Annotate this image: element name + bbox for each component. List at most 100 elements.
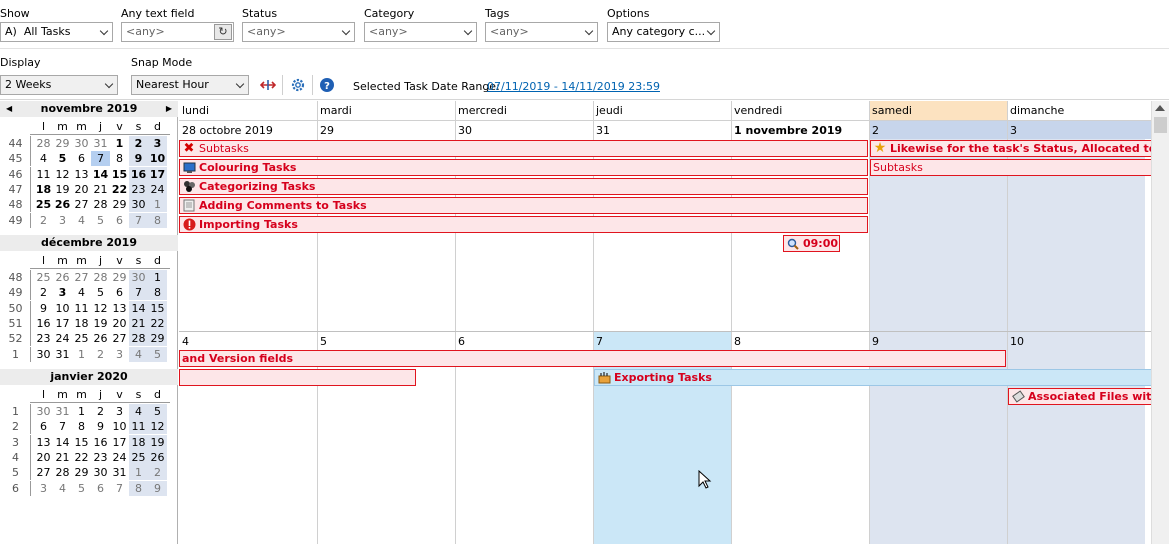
- mini-calendar-day[interactable]: 27: [34, 465, 53, 480]
- day-date[interactable]: 31: [593, 121, 610, 140]
- mini-calendar-day[interactable]: 23: [34, 331, 53, 346]
- task-bar[interactable]: Subtasks: [870, 159, 1151, 176]
- mini-calendar-day[interactable]: 7: [110, 481, 129, 496]
- mini-calendar-day[interactable]: 4: [72, 285, 91, 300]
- task-bar[interactable]: Colouring Tasks: [179, 159, 868, 176]
- mini-calendar-day[interactable]: 29: [72, 465, 91, 480]
- day-date[interactable]: 7: [593, 332, 603, 351]
- help-button[interactable]: ?: [317, 75, 337, 95]
- mini-calendar-day[interactable]: 12: [53, 167, 72, 182]
- mini-calendar-day[interactable]: 15: [72, 435, 91, 450]
- scrollbar-thumb[interactable]: [1154, 117, 1167, 133]
- mini-calendar-day[interactable]: 12: [148, 419, 167, 435]
- mini-calendar-day[interactable]: 28: [129, 331, 148, 347]
- mini-calendar-day[interactable]: 22: [110, 182, 129, 197]
- task-bar[interactable]: 09:00 -: [783, 235, 840, 252]
- mini-calendar-day[interactable]: 19: [53, 182, 72, 197]
- mini-calendar-day[interactable]: 27: [110, 331, 129, 346]
- mini-calendar-day[interactable]: 26: [53, 197, 72, 212]
- day-date[interactable]: 6: [455, 332, 465, 351]
- mini-calendar-day[interactable]: 28: [91, 197, 110, 212]
- mini-calendar-day[interactable]: 17: [53, 316, 72, 331]
- mini-calendar-day[interactable]: 30: [91, 465, 110, 480]
- mini-calendar-day[interactable]: 29: [148, 331, 167, 347]
- day-date[interactable]: 8: [731, 332, 741, 351]
- mini-calendar-day[interactable]: 1: [72, 404, 91, 419]
- mini-calendar-day[interactable]: 25: [34, 270, 53, 285]
- mini-calendar-day[interactable]: 29: [110, 270, 129, 285]
- mini-calendar-day[interactable]: 13: [110, 301, 129, 316]
- mini-calendar-day[interactable]: 10: [110, 419, 129, 434]
- mini-calendar-day[interactable]: 2: [34, 213, 53, 228]
- mini-calendar-day[interactable]: 19: [148, 434, 167, 450]
- mini-calendar-day[interactable]: 16: [129, 166, 148, 182]
- mini-calendar-day[interactable]: 11: [129, 419, 148, 435]
- mini-calendar-day[interactable]: 8: [148, 212, 167, 228]
- mini-calendar-day[interactable]: 16: [34, 316, 53, 331]
- mini-calendar-day[interactable]: 5: [91, 285, 110, 300]
- mini-calendar-day[interactable]: 10: [53, 301, 72, 316]
- mini-calendar-day[interactable]: 4: [34, 151, 53, 166]
- mini-calendar-day[interactable]: 3: [110, 404, 129, 419]
- mini-calendar-day[interactable]: 22: [148, 315, 167, 331]
- mini-calendar-day[interactable]: 8: [72, 419, 91, 434]
- mini-calendar-day[interactable]: 22: [72, 450, 91, 465]
- mini-calendar-day[interactable]: 7: [53, 419, 72, 434]
- mini-calendar-day[interactable]: 7: [91, 151, 110, 167]
- status-dropdown[interactable]: <any>: [242, 22, 355, 42]
- mini-calendar-day[interactable]: 6: [110, 285, 129, 300]
- mini-calendar-day[interactable]: 6: [34, 419, 53, 434]
- refresh-icon[interactable]: ↻: [214, 24, 232, 40]
- mini-calendar-day[interactable]: 23: [91, 450, 110, 465]
- mini-calendar-day[interactable]: 1: [148, 270, 167, 285]
- day-date[interactable]: 3: [1007, 121, 1017, 140]
- task-bar[interactable]: [179, 369, 416, 386]
- mini-calendar-day[interactable]: 28: [91, 270, 110, 285]
- options-dropdown[interactable]: Any category c...: [607, 22, 720, 42]
- mini-calendar-day[interactable]: 2: [91, 404, 110, 419]
- snap-mode-dropdown[interactable]: Nearest Hour: [131, 75, 249, 95]
- mini-calendar-day[interactable]: 16: [91, 435, 110, 450]
- mini-calendar-day[interactable]: 17: [148, 166, 167, 182]
- mini-calendar-day[interactable]: 19: [91, 316, 110, 331]
- mini-calendar-day[interactable]: 4: [129, 346, 148, 362]
- mini-calendar-day[interactable]: 8: [129, 480, 148, 496]
- day-date[interactable]: 28 octobre 2019: [179, 121, 273, 140]
- tags-dropdown[interactable]: <any>: [485, 22, 598, 42]
- text-filter-input[interactable]: <any> ↻: [121, 22, 234, 42]
- task-bar[interactable]: Importing Tasks: [179, 216, 868, 233]
- mini-calendar-day[interactable]: 9: [91, 419, 110, 434]
- mini-calendar-day[interactable]: 21: [129, 315, 148, 331]
- mini-calendar-day[interactable]: 26: [53, 270, 72, 285]
- mini-calendar-day[interactable]: 6: [72, 151, 91, 166]
- mini-calendar-day[interactable]: 2: [129, 136, 148, 151]
- mini-calendar-day[interactable]: 3: [53, 213, 72, 228]
- mini-calendar-day[interactable]: 1: [110, 136, 129, 151]
- mini-calendar-day[interactable]: 6: [91, 481, 110, 496]
- mini-calendar-day[interactable]: 23: [129, 181, 148, 197]
- mini-calendar-day[interactable]: 26: [148, 449, 167, 465]
- mini-calendar-day[interactable]: 2: [34, 285, 53, 300]
- date-range-link[interactable]: 07/11/2019 - 14/11/2019 23:59: [487, 80, 660, 93]
- dependency-button[interactable]: [258, 75, 278, 95]
- mini-calendar-day[interactable]: 8: [148, 285, 167, 301]
- mini-calendar-day[interactable]: 25: [72, 331, 91, 346]
- mini-calendar-day[interactable]: 10: [148, 151, 167, 167]
- vertical-scrollbar[interactable]: [1151, 101, 1169, 544]
- day-date[interactable]: 5: [317, 332, 327, 351]
- mini-calendar-day[interactable]: 14: [53, 435, 72, 450]
- mini-calendar-day[interactable]: 24: [110, 450, 129, 465]
- mini-calendar-day[interactable]: 31: [53, 347, 72, 362]
- mini-calendar-day[interactable]: 3: [34, 481, 53, 496]
- task-bar[interactable]: Adding Comments to Tasks: [179, 197, 868, 214]
- mini-calendar-day[interactable]: 29: [110, 197, 129, 212]
- day-date[interactable]: 9: [869, 332, 879, 351]
- show-dropdown[interactable]: A) All Tasks: [0, 22, 113, 42]
- mini-calendar-day[interactable]: 21: [53, 450, 72, 465]
- mini-calendar-day[interactable]: 20: [72, 182, 91, 197]
- mini-calendar-day[interactable]: 1: [129, 465, 148, 481]
- mini-calendar-day[interactable]: 14: [129, 300, 148, 316]
- task-bar[interactable]: Associated Files with T: [1008, 388, 1151, 405]
- mini-calendar-day[interactable]: 30: [129, 197, 148, 213]
- mini-calendar-day[interactable]: 7: [129, 212, 148, 228]
